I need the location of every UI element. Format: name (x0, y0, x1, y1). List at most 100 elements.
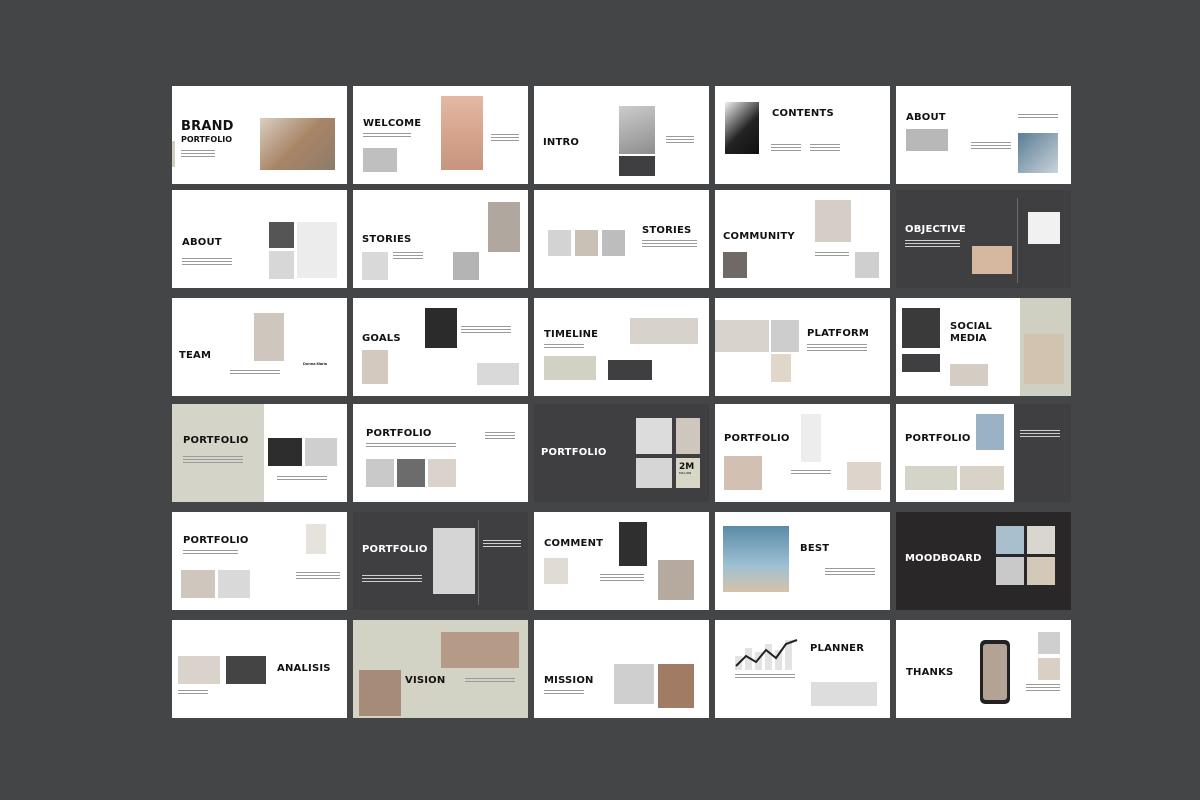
slide-portfolio-6[interactable]: PORTFOLIO (172, 512, 347, 610)
slide-contents[interactable]: CONTENTS (715, 86, 890, 184)
slide-title: COMMENT (544, 538, 604, 549)
body-text (815, 252, 849, 258)
slide-vision[interactable]: VISION (353, 620, 528, 718)
photo (996, 557, 1024, 585)
slide-title: PORTFOLIO (183, 535, 249, 546)
slide-mission[interactable]: MISSION (534, 620, 709, 718)
photo (269, 251, 294, 279)
slide-title: BEST (800, 543, 830, 554)
body-text (491, 134, 519, 143)
slide-welcome[interactable]: WELCOME (353, 86, 528, 184)
body-text (277, 476, 327, 482)
slide-goals[interactable]: GOALS (353, 298, 528, 396)
photo (811, 682, 877, 706)
body-text (461, 326, 511, 335)
slide-title: GOALS (362, 333, 401, 344)
slide-subtitle: PORTFOLIO (181, 135, 233, 144)
slide-title: PORTFOLIO (362, 544, 428, 555)
slide-about-1[interactable]: ABOUT (896, 86, 1071, 184)
photo (359, 670, 401, 716)
body-text (178, 690, 208, 696)
body-text (807, 344, 867, 353)
body-text (971, 142, 1011, 151)
slide-intro[interactable]: INTRO (534, 86, 709, 184)
slide-portfolio-2[interactable]: PORTFOLIO (353, 404, 528, 502)
slide-moodboard[interactable]: MOODBOARD (896, 512, 1071, 610)
slide-team[interactable]: TEAM Donna Maria (172, 298, 347, 396)
photo (453, 252, 479, 280)
slide-community[interactable]: COMMUNITY (715, 190, 890, 288)
slide-planner[interactable]: PLANNER (715, 620, 890, 718)
photo (723, 526, 789, 592)
text-panel (619, 156, 655, 176)
photo (1038, 658, 1060, 680)
slide-objective[interactable]: OBJECTIVE (896, 190, 1071, 288)
body-text (642, 240, 697, 249)
photo (297, 222, 337, 278)
slide-title: STORIES (642, 225, 692, 236)
slide-title: ABOUT (182, 237, 222, 248)
photo (226, 656, 266, 684)
slide-title: MOODBOARD (905, 553, 982, 564)
photo (1038, 632, 1060, 654)
photo (715, 320, 769, 352)
photo (306, 524, 326, 554)
divider (1017, 198, 1018, 283)
photo (254, 313, 284, 361)
photo (658, 560, 694, 600)
photo (723, 252, 747, 278)
photo (602, 230, 625, 256)
body-text (296, 572, 340, 581)
body-text (544, 344, 584, 350)
slide-portfolio-4[interactable]: PORTFOLIO (715, 404, 890, 502)
slide-title: PORTFOLIO (366, 428, 432, 439)
slide-title: PLATFORM (807, 328, 870, 339)
slide-portfolio-1[interactable]: PORTFOLIO (172, 404, 347, 502)
body-text (181, 150, 215, 159)
slide-thanks[interactable]: THANKS (896, 620, 1071, 718)
slide-stories-1[interactable]: STORIES (353, 190, 528, 288)
slide-title: WELCOME (363, 118, 422, 129)
body-text (393, 252, 423, 261)
photo (268, 438, 302, 466)
slide-comment[interactable]: COMMENT (534, 512, 709, 610)
slide-subtitle: MEDIA (950, 333, 987, 344)
slide-timeline[interactable]: TIMELINE (534, 298, 709, 396)
photo (269, 222, 294, 248)
slide-brand-portfolio[interactable]: BRAND PORTFOLIO (172, 86, 347, 184)
photo (725, 102, 759, 154)
photo (801, 414, 821, 462)
photo (362, 252, 388, 280)
body-text (810, 144, 840, 153)
slide-title: INTRO (543, 137, 580, 148)
photo (902, 308, 940, 348)
photo (619, 522, 647, 566)
photo (636, 418, 672, 454)
photo (972, 246, 1012, 274)
slide-overview-grid: BRAND PORTFOLIO WELCOME INTRO CONTENTS A… (0, 0, 1200, 800)
slide-title: OBJECTIVE (905, 224, 966, 235)
slide-portfolio-5[interactable]: PORTFOLIO (896, 404, 1071, 502)
photo (366, 459, 394, 487)
body-text (483, 540, 521, 549)
photo (847, 462, 881, 490)
slide-portfolio-7[interactable]: PORTFOLIO (353, 512, 528, 610)
slide-best[interactable]: BEST (715, 512, 890, 610)
photo (178, 656, 220, 684)
slide-title: PORTFOLIO (183, 435, 249, 446)
slide-stories-2[interactable]: STORIES (534, 190, 709, 288)
photo (397, 459, 425, 487)
photo (488, 202, 520, 252)
slide-about-2[interactable]: ABOUT (172, 190, 347, 288)
slide-title: PORTFOLIO (541, 447, 607, 458)
slide-social-media[interactable]: SOCIAL MEDIA (896, 298, 1071, 396)
slide-analisis[interactable]: ANALISIS (172, 620, 347, 718)
photo (441, 632, 519, 668)
text-panel (1014, 404, 1071, 502)
body-text (183, 550, 238, 556)
slide-portfolio-3[interactable]: PORTFOLIO 2M MILLION (534, 404, 709, 502)
photo (363, 148, 397, 172)
accent-panel (905, 466, 957, 490)
slide-title: TIMELINE (544, 329, 599, 340)
slide-platform[interactable]: PLATFORM (715, 298, 890, 396)
